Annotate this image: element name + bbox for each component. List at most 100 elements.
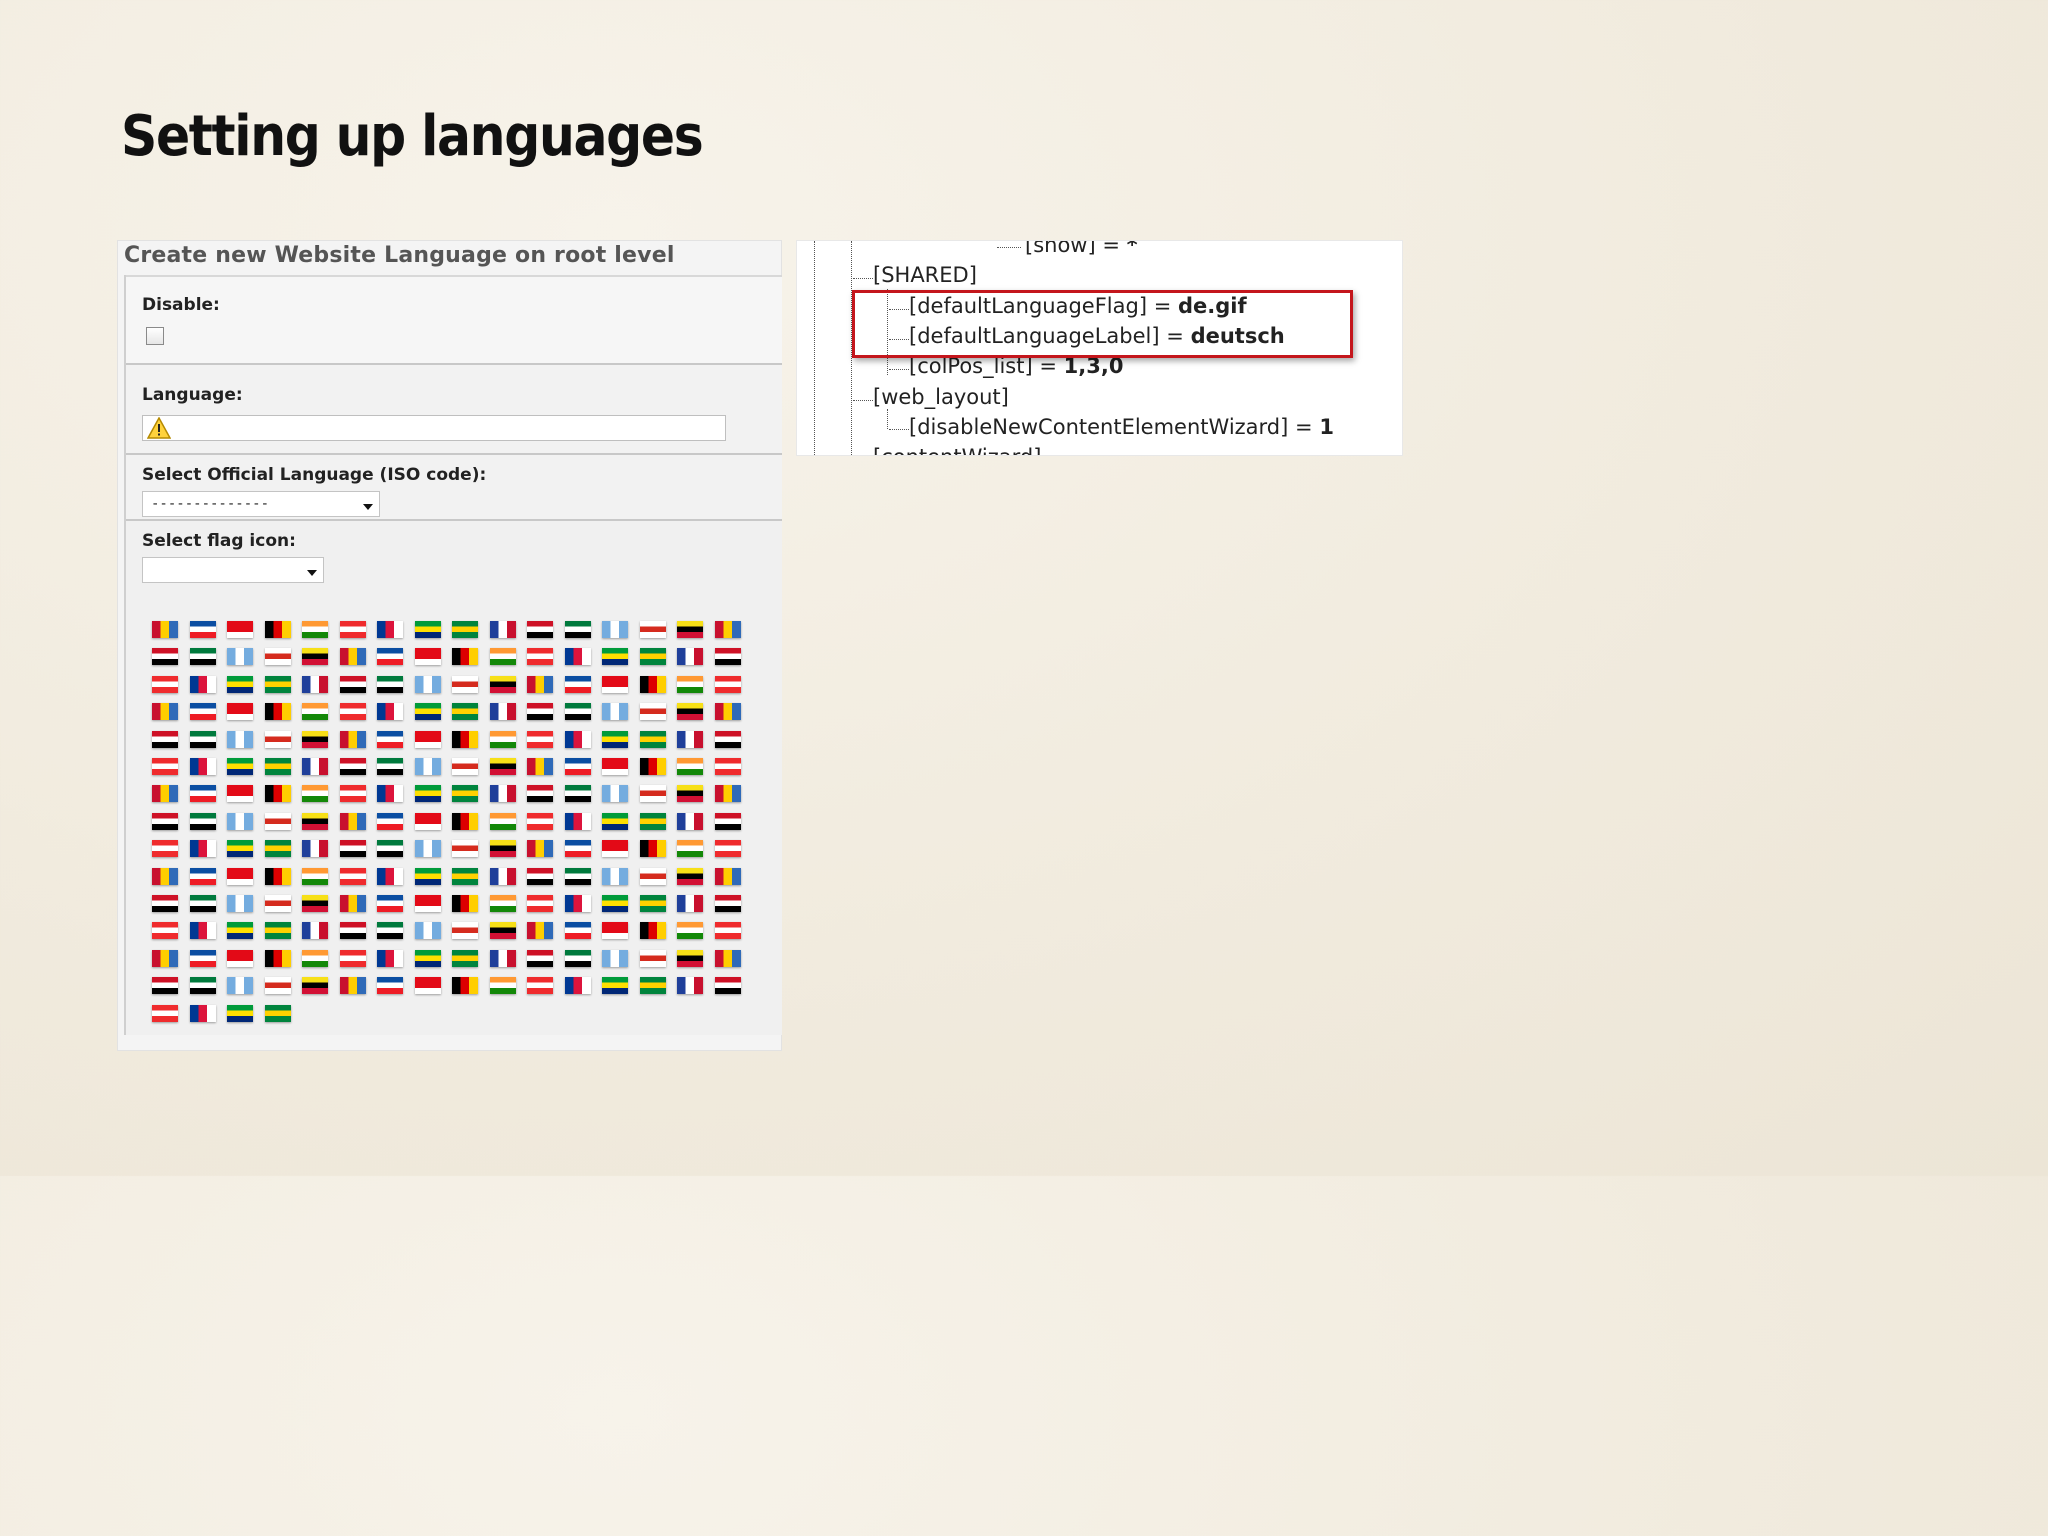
flag-icon[interactable] <box>677 675 703 693</box>
iso-code-select[interactable]: -------------- <box>142 491 380 517</box>
flag-icon[interactable] <box>489 867 516 885</box>
flag-icon[interactable] <box>489 785 516 803</box>
flag-icon[interactable] <box>452 840 478 858</box>
flag-icon[interactable] <box>414 730 441 748</box>
flag-icon[interactable] <box>302 703 328 721</box>
flag-icon[interactable] <box>227 949 253 967</box>
flag-icon[interactable] <box>677 840 703 858</box>
flag-icon[interactable] <box>639 758 666 775</box>
flag-icon[interactable] <box>189 621 216 638</box>
flag-icon[interactable] <box>264 812 291 830</box>
flag-icon[interactable] <box>527 812 553 830</box>
flag-icon[interactable] <box>452 922 478 940</box>
flag-icon[interactable] <box>414 758 441 775</box>
flag-icon[interactable] <box>564 675 591 693</box>
flag-icon[interactable] <box>227 621 253 638</box>
flag-icon[interactable] <box>152 675 178 693</box>
flag-icon[interactable] <box>677 949 703 967</box>
flag-icon[interactable] <box>152 840 178 858</box>
flag-icon[interactable] <box>189 922 216 940</box>
flag-icon[interactable] <box>264 730 291 748</box>
flag-icon[interactable] <box>564 730 591 748</box>
flag-icon[interactable] <box>414 703 441 721</box>
flag-icon[interactable] <box>602 977 628 995</box>
flag-icon[interactable] <box>227 812 253 830</box>
flag-icon[interactable] <box>339 840 366 858</box>
flag-icon[interactable] <box>489 648 516 666</box>
flag-icon[interactable] <box>227 867 253 885</box>
flag-icon[interactable] <box>639 703 666 721</box>
flag-icon[interactable] <box>339 758 366 775</box>
flag-icon[interactable] <box>152 758 178 775</box>
flag-icon[interactable] <box>264 785 291 803</box>
flag-icon[interactable] <box>564 977 591 995</box>
flag-icon[interactable] <box>339 621 366 638</box>
flag-icon[interactable] <box>414 895 441 912</box>
flag-icon[interactable] <box>339 949 366 967</box>
flag-icon[interactable] <box>639 949 666 967</box>
tree-node-shared[interactable]: [SHARED] <box>873 263 977 287</box>
flag-icon[interactable] <box>564 703 591 721</box>
flag-icon[interactable] <box>414 675 441 693</box>
flag-icon[interactable] <box>264 675 291 693</box>
flag-icon[interactable] <box>189 675 216 693</box>
flag-icon[interactable] <box>152 949 178 967</box>
flag-icon[interactable] <box>339 648 366 666</box>
flag-icon[interactable] <box>189 812 216 830</box>
flag-icon[interactable] <box>339 812 366 830</box>
flag-icon[interactable] <box>227 922 253 940</box>
flag-icon[interactable] <box>714 730 741 748</box>
flag-icon[interactable] <box>339 675 366 693</box>
flag-icon[interactable] <box>377 867 403 885</box>
flag-icon[interactable] <box>377 949 403 967</box>
flag-icon[interactable] <box>564 785 591 803</box>
flag-icon[interactable] <box>339 730 366 748</box>
flag-icon[interactable] <box>639 867 666 885</box>
flag-icon[interactable] <box>639 922 666 940</box>
flag-icon[interactable] <box>452 621 478 638</box>
flag-icon[interactable] <box>414 949 441 967</box>
flag-icon[interactable] <box>677 812 703 830</box>
flag-icon[interactable] <box>489 703 516 721</box>
flag-icon[interactable] <box>714 758 741 775</box>
flag-icon[interactable] <box>414 812 441 830</box>
flag-icon[interactable] <box>452 867 478 885</box>
flag-icon[interactable] <box>152 648 178 666</box>
flag-icon[interactable] <box>302 867 328 885</box>
flag-icon[interactable] <box>377 922 403 940</box>
flag-icon[interactable] <box>527 730 553 748</box>
flag-icon[interactable] <box>677 922 703 940</box>
flag-icon[interactable] <box>339 867 366 885</box>
flag-icon[interactable] <box>152 895 178 912</box>
flag-icon[interactable] <box>227 758 253 775</box>
flag-icon[interactable] <box>602 840 628 858</box>
flag-icon[interactable] <box>189 949 216 967</box>
flag-icon[interactable] <box>564 812 591 830</box>
tree-node-content-wizard[interactable]: [contentWizard] <box>873 445 1041 455</box>
flag-icon[interactable] <box>714 867 741 885</box>
flag-icon[interactable] <box>414 648 441 666</box>
flag-icon[interactable] <box>414 922 441 940</box>
flag-icon[interactable] <box>152 812 178 830</box>
flag-icon[interactable] <box>714 785 741 803</box>
flag-icon[interactable] <box>189 703 216 721</box>
flag-icon[interactable] <box>227 785 253 803</box>
flag-icon[interactable] <box>264 703 291 721</box>
flag-icon[interactable] <box>414 621 441 638</box>
flag-icon[interactable] <box>189 730 216 748</box>
flag-icon[interactable] <box>714 895 741 912</box>
flag-icon[interactable] <box>714 949 741 967</box>
flag-icon[interactable] <box>452 648 478 666</box>
flag-icon[interactable] <box>714 675 741 693</box>
flag-icon[interactable] <box>527 648 553 666</box>
flag-icon[interactable] <box>714 922 741 940</box>
flag-icon-select[interactable] <box>142 557 324 583</box>
flag-icon[interactable] <box>602 895 628 912</box>
flag-icon[interactable] <box>639 730 666 748</box>
flag-icon[interactable] <box>489 949 516 967</box>
flag-icon[interactable] <box>264 867 291 885</box>
flag-icon[interactable] <box>714 840 741 858</box>
flag-icon[interactable] <box>339 703 366 721</box>
flag-icon[interactable] <box>452 895 478 912</box>
flag-icon[interactable] <box>377 730 403 748</box>
